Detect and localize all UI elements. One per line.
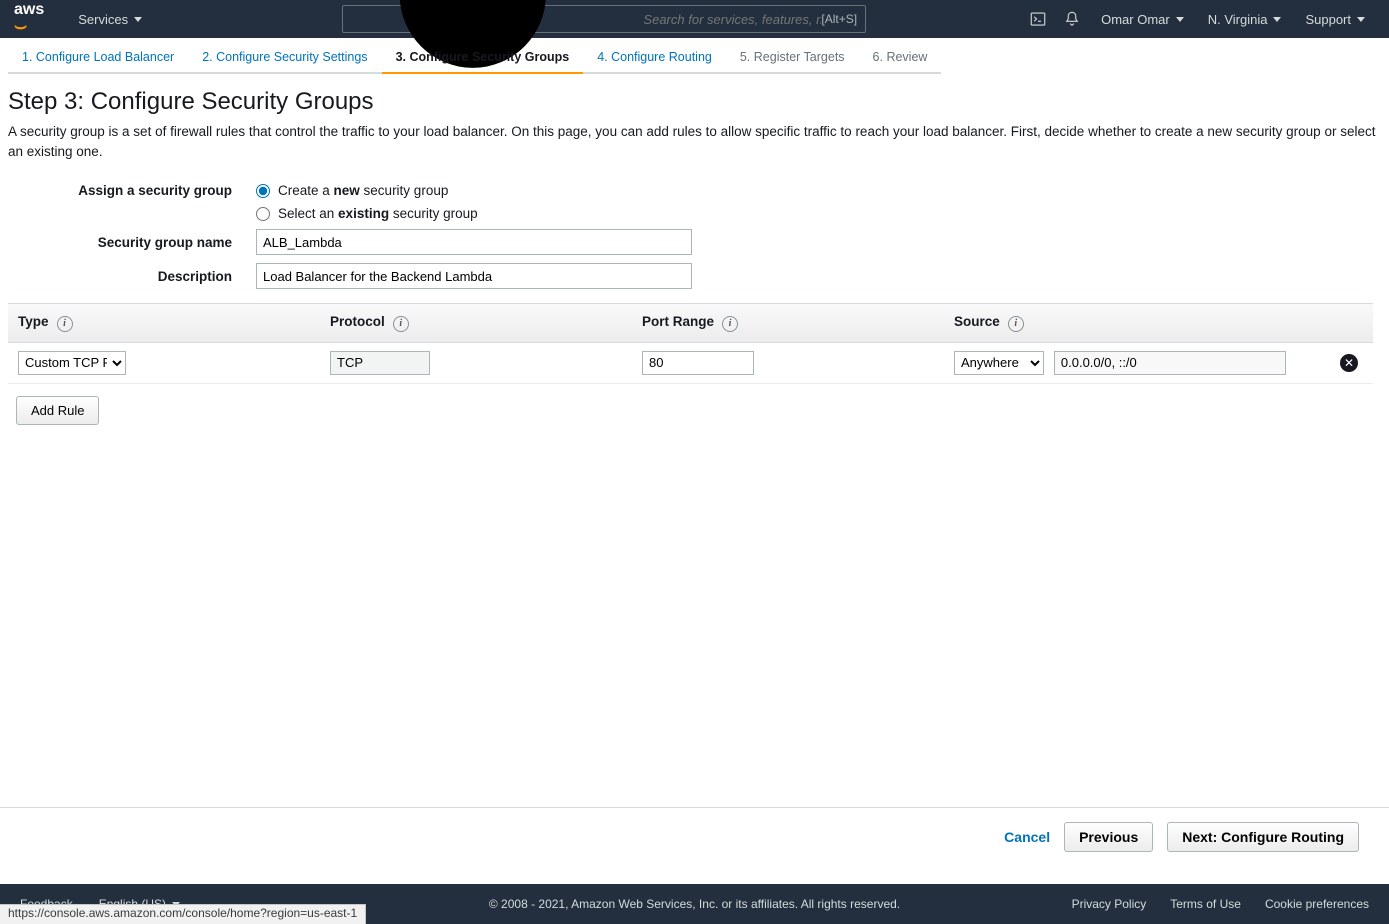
notifications-icon[interactable] <box>1057 4 1087 34</box>
col-source: Sourcei <box>944 304 1325 343</box>
status-bar-url: https://console.aws.amazon.com/console/h… <box>0 904 366 924</box>
rules-header-row: Typei Protocoli Port Rangei Sourcei <box>8 304 1373 343</box>
info-icon[interactable]: i <box>1008 316 1024 332</box>
chevron-down-icon <box>1273 17 1281 22</box>
select-existing-sg-input[interactable] <box>256 207 270 221</box>
rule-source-select[interactable]: Anywhere <box>954 351 1044 375</box>
select-prefix: Select an <box>278 206 338 221</box>
cookie-link[interactable]: Cookie preferences <box>1265 897 1369 911</box>
next-button[interactable]: Next: Configure Routing <box>1167 822 1359 852</box>
col-type: Typei <box>8 304 320 343</box>
cancel-button[interactable]: Cancel <box>1004 829 1050 845</box>
wizard-actions: Cancel Previous Next: Configure Routing <box>0 807 1389 866</box>
create-new-sg-input[interactable] <box>256 184 270 198</box>
sg-desc-input[interactable] <box>256 263 692 289</box>
chevron-down-icon <box>1176 17 1184 22</box>
wizard-steps: 1. Configure Load Balancer 2. Configure … <box>0 38 1389 74</box>
add-rule-button[interactable]: Add Rule <box>16 396 99 425</box>
page-title: Step 3: Configure Security Groups <box>8 88 1381 116</box>
region-label: N. Virginia <box>1208 12 1268 27</box>
terms-link[interactable]: Terms of Use <box>1170 897 1241 911</box>
rule-type-select[interactable]: Custom TCP Rule <box>18 351 126 375</box>
wizard-step-configure-routing[interactable]: 4. Configure Routing <box>583 46 726 74</box>
services-label: Services <box>78 12 128 27</box>
col-protocol: Protocoli <box>320 304 632 343</box>
wizard-step-review: 6. Review <box>859 46 942 74</box>
global-search[interactable]: [Alt+S] <box>342 5 866 33</box>
select-bold: existing <box>338 206 389 221</box>
sg-name-input[interactable] <box>256 229 692 255</box>
page-content: Step 3: Configure Security Groups A secu… <box>0 74 1389 425</box>
rule-source-cidr <box>1054 351 1286 375</box>
sg-desc-label: Description <box>8 269 256 284</box>
rule-protocol-readonly <box>330 351 430 375</box>
select-existing-row: Select an existing security group <box>8 206 1381 221</box>
top-nav: aws ⌣ Services [Alt+S] Omar Omar N. Virg… <box>0 0 1389 38</box>
page-description: A security group is a set of firewall ru… <box>8 122 1381 161</box>
rule-port-input[interactable] <box>642 351 754 375</box>
remove-rule-icon[interactable]: ✕ <box>1340 354 1358 372</box>
cloudshell-icon[interactable] <box>1023 4 1053 34</box>
rules-table: Typei Protocoli Port Rangei Sourcei Cust… <box>8 303 1373 384</box>
info-icon[interactable]: i <box>722 316 738 332</box>
previous-button[interactable]: Previous <box>1064 822 1153 852</box>
search-input[interactable] <box>643 12 821 27</box>
assign-sg-row: Assign a security group Create a new sec… <box>8 183 1381 198</box>
search-shortcut: [Alt+S] <box>821 12 857 26</box>
col-port: Port Rangei <box>632 304 944 343</box>
privacy-link[interactable]: Privacy Policy <box>1072 897 1147 911</box>
aws-logo[interactable]: aws ⌣ <box>14 1 44 37</box>
account-menu[interactable]: Omar Omar <box>1091 12 1194 27</box>
wizard-step-security-settings[interactable]: 2. Configure Security Settings <box>188 46 381 74</box>
table-row: Custom TCP Rule Anywhere ✕ <box>8 342 1373 383</box>
assign-sg-label: Assign a security group <box>8 183 256 198</box>
select-existing-sg-radio[interactable]: Select an existing security group <box>256 206 478 221</box>
account-label: Omar Omar <box>1101 12 1170 27</box>
wizard-step-register-targets: 5. Register Targets <box>726 46 859 74</box>
chevron-down-icon <box>1357 17 1365 22</box>
region-menu[interactable]: N. Virginia <box>1198 12 1292 27</box>
info-icon[interactable]: i <box>393 316 409 332</box>
wizard-step-configure-lb[interactable]: 1. Configure Load Balancer <box>8 46 188 74</box>
services-menu[interactable]: Services <box>68 12 152 27</box>
sg-name-label: Security group name <box>8 235 256 250</box>
sg-desc-row: Description <box>8 263 1381 289</box>
wizard-step-security-groups[interactable]: 3. Configure Security Groups <box>382 46 584 74</box>
create-new-sg-radio[interactable]: Create a new security group <box>256 183 448 198</box>
support-label: Support <box>1305 12 1351 27</box>
select-suffix: security group <box>389 206 478 221</box>
chevron-down-icon <box>134 17 142 22</box>
create-suffix: security group <box>360 183 449 198</box>
support-menu[interactable]: Support <box>1295 12 1375 27</box>
create-bold: new <box>334 183 360 198</box>
copyright: © 2008 - 2021, Amazon Web Services, Inc.… <box>489 897 900 911</box>
aws-logo-swoosh-icon: ⌣ <box>14 15 27 37</box>
info-icon[interactable]: i <box>57 316 73 332</box>
create-prefix: Create a <box>278 183 334 198</box>
sg-name-row: Security group name <box>8 229 1381 255</box>
